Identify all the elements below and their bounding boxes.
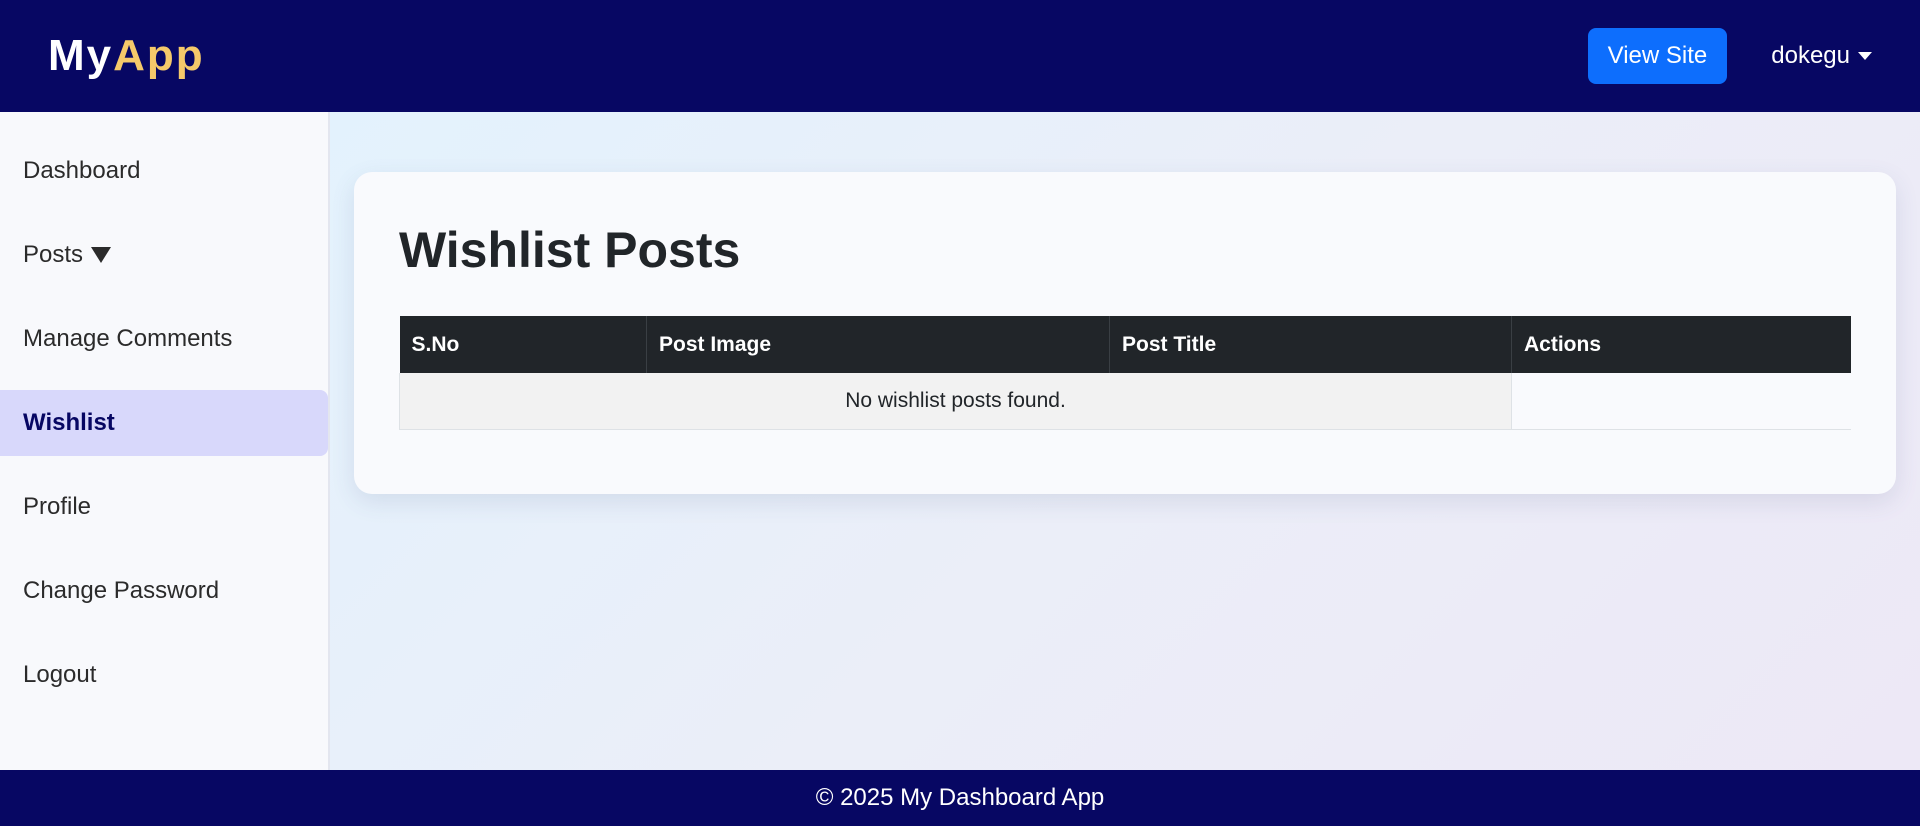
sidebar-item-manage-comments[interactable]: Manage Comments <box>0 306 328 372</box>
page-title: Wishlist Posts <box>399 222 741 278</box>
sidebar-item-logout[interactable]: Logout <box>0 642 328 708</box>
sidebar-item-label: Posts <box>23 241 84 268</box>
column-header-actions: Actions <box>1511 316 1851 373</box>
sidebar-item-label: Wishlist <box>23 409 115 436</box>
sidebar-item-profile[interactable]: Profile <box>0 474 328 540</box>
view-site-button[interactable]: View Site <box>1587 28 1728 84</box>
empty-state-message: No wishlist posts found. <box>399 373 1512 430</box>
app-logo[interactable]: MyApp <box>48 31 205 81</box>
sidebar-item-label: Dashboard <box>23 157 141 184</box>
wishlist-table: S.No Post Image Post Title Actions No wi… <box>399 316 1851 430</box>
top-navbar: MyApp View Site dokegu <box>0 0 1920 112</box>
sidebar-item-wishlist[interactable]: Wishlist <box>0 390 328 456</box>
caret-down-icon <box>1858 52 1872 60</box>
column-header-post-image: Post Image <box>646 316 1110 373</box>
sidebar-item-label: Profile <box>23 493 92 520</box>
triangle-down-icon <box>91 247 112 263</box>
empty-actions-cell <box>1511 373 1851 430</box>
table-row: No wishlist posts found. <box>399 373 1851 430</box>
column-header-post-title: Post Title <box>1109 316 1512 373</box>
sidebar: Dashboard Posts Manage Comments Wishlist… <box>0 112 330 770</box>
wishlist-card: Wishlist Posts S.No Post Image Post Titl… <box>354 172 1896 494</box>
brand-name-part2: App <box>113 31 205 80</box>
sidebar-item-dashboard[interactable]: Dashboard <box>0 138 328 204</box>
column-header-sno: S.No <box>399 316 647 373</box>
table-header-row: S.No Post Image Post Title Actions <box>399 316 1851 373</box>
sidebar-item-label: Logout <box>23 661 97 688</box>
brand-name-part1: My <box>48 31 114 80</box>
sidebar-item-change-password[interactable]: Change Password <box>0 558 328 624</box>
user-menu-dropdown[interactable]: dokegu <box>1771 42 1872 70</box>
sidebar-item-label: Change Password <box>23 577 220 604</box>
footer: © 2025 My Dashboard App <box>0 770 1920 826</box>
main-content: Wishlist Posts S.No Post Image Post Titl… <box>330 112 1920 770</box>
footer-copyright: © 2025 My Dashboard App <box>815 784 1105 811</box>
sidebar-item-label: Manage Comments <box>23 325 233 352</box>
username-label: dokegu <box>1771 42 1850 69</box>
navbar-actions: View Site dokegu <box>1587 28 1872 84</box>
sidebar-item-posts[interactable]: Posts <box>0 222 328 288</box>
